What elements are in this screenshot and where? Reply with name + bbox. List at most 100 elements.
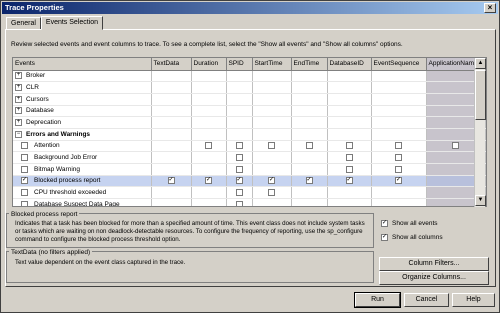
- column-cell: [327, 140, 372, 153]
- show-all-events-checkbox[interactable]: [381, 220, 388, 227]
- category-row[interactable]: − Errors and Warnings: [13, 128, 486, 141]
- category-row[interactable]: + Deprecation: [13, 116, 486, 129]
- event-row[interactable]: Database Suspect Data Page: [13, 198, 486, 206]
- event-name-cell[interactable]: + Deprecation: [13, 116, 152, 129]
- category-row[interactable]: + Cursors: [13, 93, 486, 106]
- event-checkbox[interactable]: [21, 154, 28, 162]
- column-cell: [291, 105, 328, 118]
- scroll-thumb[interactable]: [475, 70, 486, 120]
- column-checkbox[interactable]: [345, 177, 353, 185]
- grid-vertical-scrollbar[interactable]: ▲ ▼: [474, 58, 486, 207]
- column-header-spid[interactable]: SPID: [226, 58, 253, 71]
- event-name-cell[interactable]: + CLR: [13, 81, 152, 94]
- show-all-events-option[interactable]: Show all events: [381, 220, 438, 227]
- event-row[interactable]: Bitmap Warning: [13, 163, 486, 176]
- category-row[interactable]: + Broker: [13, 70, 486, 83]
- column-cell: [151, 128, 192, 141]
- event-name-cell[interactable]: Attention: [13, 140, 152, 153]
- column-checkbox[interactable]: [167, 177, 175, 185]
- column-cell: [371, 163, 427, 176]
- column-cell: [191, 116, 227, 129]
- column-checkbox[interactable]: [235, 177, 243, 185]
- help-button[interactable]: Help: [452, 293, 495, 307]
- organize-columns-button[interactable]: Organize Columns...: [379, 271, 489, 285]
- event-checkbox[interactable]: [21, 142, 28, 150]
- expand-icon[interactable]: +: [15, 107, 22, 115]
- event-name-cell[interactable]: CPU threshold exceeded: [13, 186, 152, 200]
- column-cell: [226, 140, 253, 153]
- expand-icon[interactable]: +: [15, 83, 22, 91]
- event-checkbox[interactable]: [21, 200, 28, 206]
- collapse-icon[interactable]: −: [15, 130, 22, 138]
- column-checkbox[interactable]: [305, 142, 313, 150]
- event-row[interactable]: Attention: [13, 140, 486, 153]
- column-checkbox[interactable]: [235, 165, 243, 173]
- column-cell: [226, 70, 253, 83]
- column-cell: [371, 198, 427, 206]
- column-cell: [226, 186, 253, 200]
- event-name-cell[interactable]: + Broker: [13, 70, 152, 83]
- tab-events-selection[interactable]: Events Selection: [40, 16, 104, 30]
- column-checkbox[interactable]: [395, 142, 402, 150]
- column-cell: [191, 140, 227, 153]
- event-checkbox[interactable]: [21, 165, 28, 173]
- column-checkbox[interactable]: [395, 165, 402, 173]
- show-all-columns-checkbox[interactable]: [381, 234, 388, 241]
- column-cell: [252, 186, 292, 200]
- event-name-cell[interactable]: Bitmap Warning: [13, 163, 152, 176]
- arrow-down-icon: ▼: [477, 197, 484, 203]
- event-name-cell[interactable]: Blocked process report: [13, 175, 152, 188]
- expand-icon[interactable]: +: [15, 95, 22, 103]
- column-header-textdata[interactable]: TextData: [151, 58, 192, 71]
- column-checkbox[interactable]: [395, 154, 402, 162]
- column-checkbox[interactable]: [305, 177, 313, 185]
- event-row[interactable]: Background Job Error: [13, 151, 486, 164]
- column-cell: [291, 116, 328, 129]
- event-checkbox[interactable]: [21, 189, 28, 197]
- scroll-up-button[interactable]: ▲: [475, 58, 486, 69]
- show-all-columns-option[interactable]: Show all columns: [381, 234, 443, 241]
- column-checkbox[interactable]: [345, 165, 353, 173]
- column-checkbox[interactable]: [268, 142, 275, 150]
- event-name-cell[interactable]: Database Suspect Data Page: [13, 198, 152, 206]
- column-checkbox[interactable]: [235, 189, 243, 197]
- column-checkbox[interactable]: [205, 177, 212, 185]
- column-checkbox[interactable]: [452, 142, 459, 150]
- cancel-button[interactable]: Cancel: [404, 293, 449, 307]
- column-checkbox[interactable]: [205, 142, 212, 150]
- category-row[interactable]: + CLR: [13, 81, 486, 94]
- column-checkbox[interactable]: [235, 154, 243, 162]
- event-name-cell[interactable]: − Errors and Warnings: [13, 128, 152, 141]
- event-name-cell[interactable]: + Database: [13, 105, 152, 118]
- expand-icon[interactable]: +: [15, 118, 22, 126]
- event-row[interactable]: CPU threshold exceeded: [13, 186, 486, 200]
- column-checkbox[interactable]: [345, 154, 353, 162]
- column-checkbox[interactable]: [268, 189, 275, 197]
- event-label: Cursors: [26, 95, 49, 103]
- column-checkbox[interactable]: [235, 142, 243, 150]
- column-checkbox[interactable]: [268, 177, 275, 185]
- column-header-databaseid[interactable]: DatabaseID: [327, 58, 372, 71]
- event-checkbox[interactable]: [21, 177, 28, 185]
- column-cell: [226, 81, 253, 94]
- event-row[interactable]: Blocked process report: [13, 175, 486, 188]
- column-filters-button[interactable]: Column Filters...: [379, 257, 489, 271]
- column-checkbox[interactable]: [345, 142, 353, 150]
- category-row[interactable]: + Database: [13, 105, 486, 118]
- column-header-endtime[interactable]: EndTime: [291, 58, 328, 71]
- column-header-starttime[interactable]: StartTime: [252, 58, 292, 71]
- column-header-eventsequence[interactable]: EventSequence: [371, 58, 427, 71]
- column-header-duration[interactable]: Duration: [191, 58, 227, 71]
- column-cell: [151, 198, 192, 206]
- run-button[interactable]: Run: [354, 292, 401, 308]
- event-name-cell[interactable]: Background Job Error: [13, 151, 152, 164]
- column-cell: [291, 175, 328, 188]
- column-checkbox[interactable]: [235, 200, 243, 206]
- expand-icon[interactable]: +: [15, 72, 22, 80]
- column-cell: [151, 151, 192, 164]
- event-name-cell[interactable]: + Cursors: [13, 93, 152, 106]
- column-header-events[interactable]: Events: [13, 58, 152, 71]
- column-checkbox[interactable]: [395, 177, 402, 185]
- scroll-down-button[interactable]: ▼: [475, 195, 486, 206]
- close-button[interactable]: ×: [484, 3, 496, 13]
